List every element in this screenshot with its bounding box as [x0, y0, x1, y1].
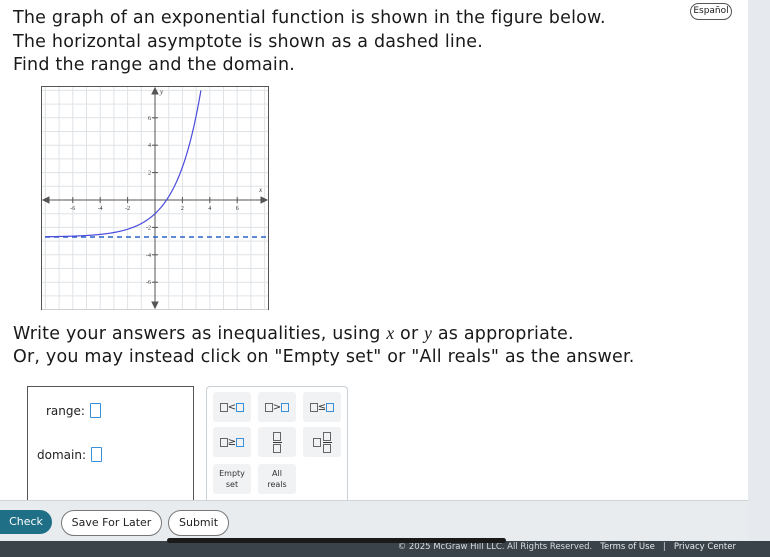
empty-set-button[interactable]: Empty set [213, 464, 251, 494]
copyright: © 2025 McGraw Hill LLC. All Rights Reser… [397, 542, 593, 552]
horizontal-scrollbar[interactable] [167, 538, 506, 543]
instruction-text-end: as appropriate. [432, 324, 574, 344]
x-tick-label: 6 [236, 206, 239, 212]
range-input[interactable] [89, 403, 101, 418]
answer-box: range: domain: [27, 386, 194, 508]
footer-text: © 2025 McGraw Hill LLC. All Rights Reser… [398, 542, 736, 552]
range-row: range: [46, 403, 101, 418]
footer-separator: | [662, 542, 666, 552]
right-scroll-rail [748, 0, 770, 557]
terms-link[interactable]: Terms of Use [600, 542, 655, 552]
check-button[interactable]: Check [0, 510, 52, 534]
x-tick-label: -2 [125, 206, 130, 212]
mixed-number-button[interactable] [303, 427, 341, 457]
x-tick-label: -4 [98, 206, 103, 212]
exponential-graph: -6 -4 -2 2 4 6642-2-4-6 x y [41, 86, 269, 310]
y-tick-label: 4 [148, 143, 151, 149]
less-equal-button[interactable]: ≤ [303, 392, 341, 422]
domain-input[interactable] [90, 447, 102, 462]
footer: © 2025 McGraw Hill LLC. All Rights Reser… [0, 541, 770, 557]
less-than-button[interactable]: < [213, 392, 251, 422]
y-tick-label: 6 [148, 116, 151, 122]
language-button[interactable]: Español [690, 3, 732, 20]
instruction-text: Write your answers as inequalities, usin… [13, 324, 387, 344]
y-tick-label: -6 [146, 280, 151, 286]
domain-row: domain: [37, 447, 102, 462]
question-line-2: The horizontal asymptote is shown as a d… [13, 32, 484, 52]
domain-label: domain: [37, 448, 86, 462]
instruction-or: or [394, 324, 425, 344]
question-line-3: Find the range and the domain. [13, 55, 296, 75]
question-line-1: The graph of an exponential function is … [13, 8, 606, 28]
instruction-line-2: Or, you may instead click on "Empty set"… [13, 347, 635, 367]
fraction-button[interactable] [258, 427, 296, 457]
submit-button[interactable]: Submit [168, 510, 229, 536]
range-label: range: [46, 404, 85, 418]
privacy-link[interactable]: Privacy Center [674, 542, 736, 552]
greater-than-button[interactable]: > [258, 392, 296, 422]
instruction-line-1: Write your answers as inequalities, usin… [13, 323, 574, 344]
all-reals-button[interactable]: All reals [258, 464, 296, 494]
y-tick-label: -2 [146, 225, 151, 231]
variable-y: y [424, 323, 433, 343]
x-tick-label: 2 [181, 206, 184, 212]
x-tick-label: -6 [70, 206, 75, 212]
save-for-later-button[interactable]: Save For Later [61, 510, 162, 536]
math-palette: < > ≤ ≥ Empty set All reals [206, 386, 348, 507]
x-tick-label: 4 [208, 206, 211, 212]
y-tick-label: -4 [146, 253, 151, 259]
y-tick-label: 2 [148, 171, 151, 177]
greater-equal-button[interactable]: ≥ [213, 427, 251, 457]
